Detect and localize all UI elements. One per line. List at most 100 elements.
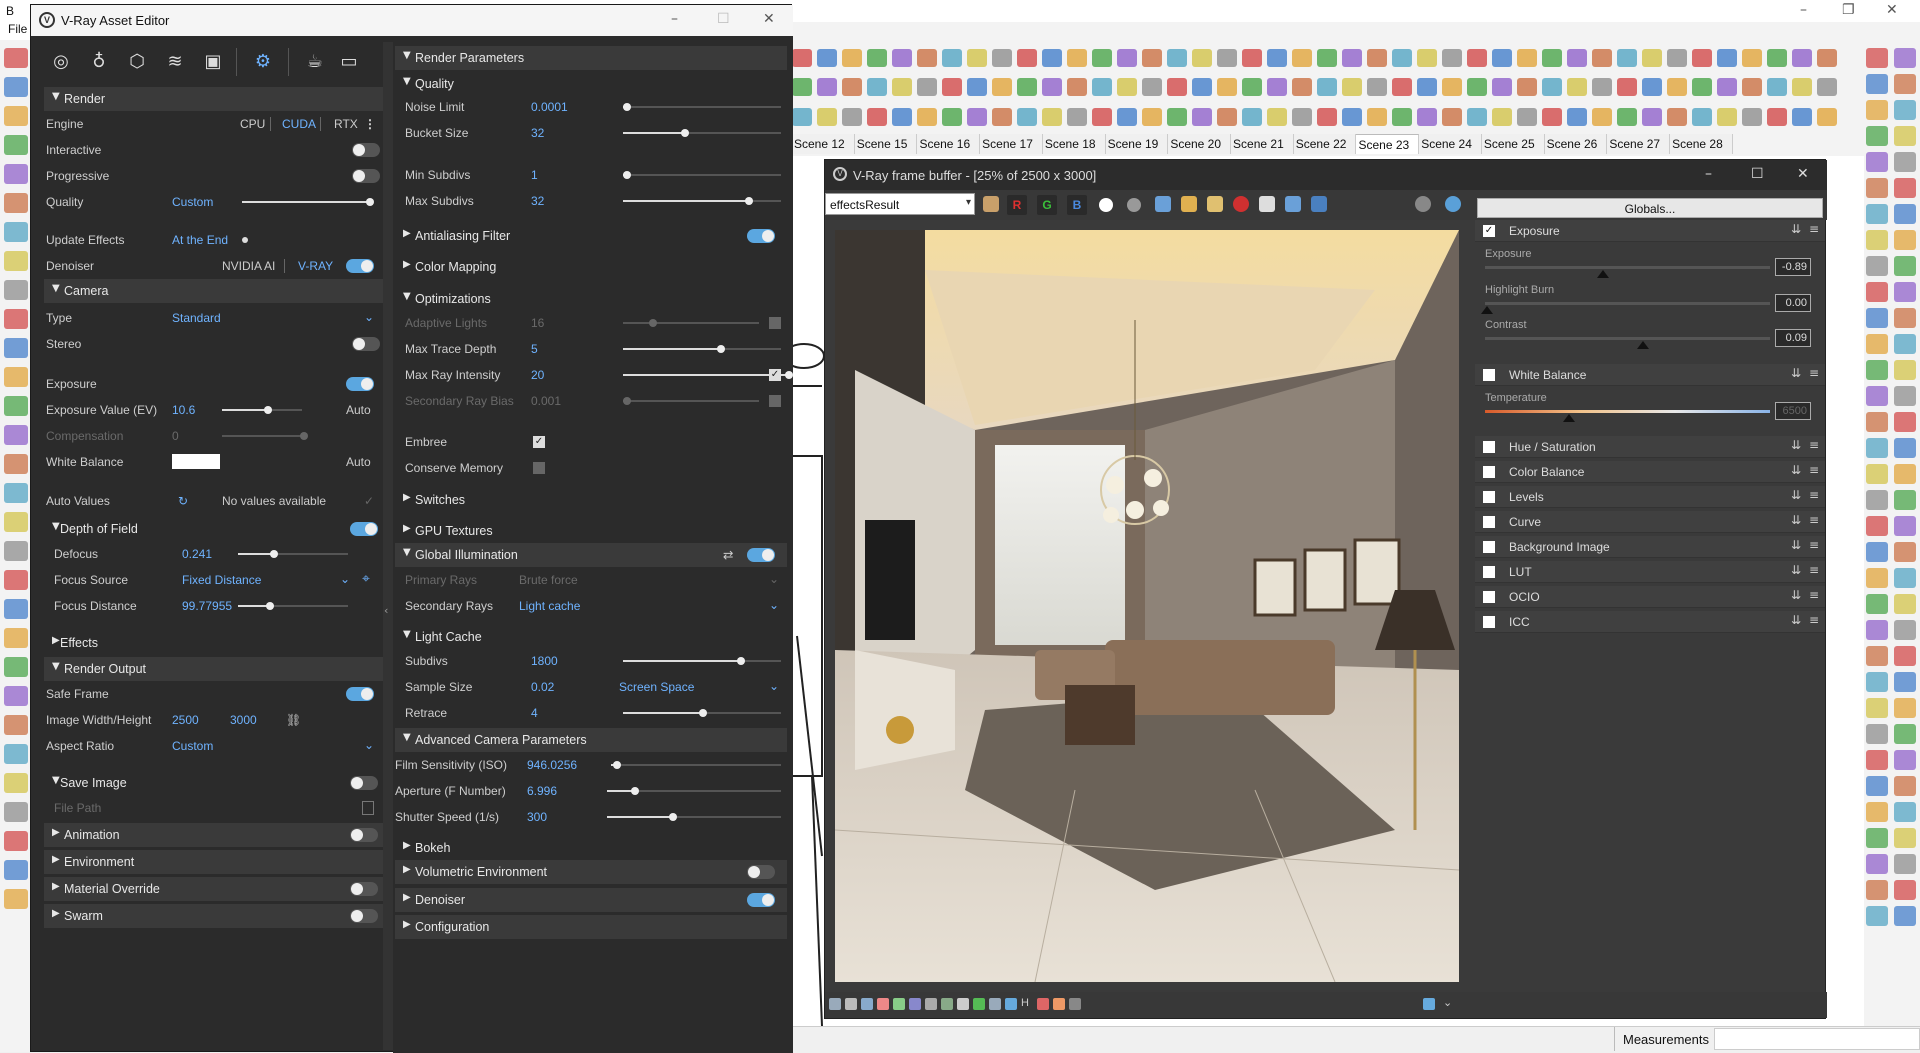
toolbar-tool-icon[interactable] xyxy=(1642,49,1662,67)
layer-menu-icon[interactable]: ≡ xyxy=(1809,463,1819,477)
correction-icon[interactable] xyxy=(983,196,999,212)
toolbar-tool-icon[interactable] xyxy=(892,108,912,126)
toolbar-tool-icon[interactable] xyxy=(1642,108,1662,126)
sample-size-chevron-icon[interactable]: ⌄ xyxy=(769,679,779,693)
toolbar-tool-icon[interactable] xyxy=(1267,108,1287,126)
toolbar-tool-icon[interactable] xyxy=(1042,108,1062,126)
toolbar-tool-icon[interactable] xyxy=(1417,78,1437,96)
shutter-slider[interactable] xyxy=(607,813,781,821)
right-tool-icon[interactable] xyxy=(1894,750,1916,770)
toolbar-tool-icon[interactable] xyxy=(1467,49,1487,67)
right-tool-icon[interactable] xyxy=(1894,412,1916,432)
focus-distance-value[interactable]: 99.77955 xyxy=(182,599,232,613)
expand-icon[interactable]: ⇊ xyxy=(1791,463,1801,477)
ev-slider[interactable] xyxy=(222,406,302,414)
right-tool-icon[interactable] xyxy=(1866,542,1888,562)
max-ray-intensity-value[interactable]: 20 xyxy=(531,368,544,382)
right-tool-icon[interactable] xyxy=(1894,646,1916,666)
denoiser-section-toggle[interactable] xyxy=(747,893,775,907)
right-tool-icon[interactable] xyxy=(1866,646,1888,666)
toolbar-tool-icon[interactable] xyxy=(917,108,937,126)
section-render-parameters[interactable]: ▼ Render Parameters xyxy=(395,46,787,70)
max-ray-intensity-check[interactable]: ✓ xyxy=(769,369,781,381)
camera-type-value[interactable]: Standard xyxy=(172,311,221,325)
layer-white-balance-check[interactable] xyxy=(1483,369,1495,381)
white-balance-swatch[interactable] xyxy=(172,454,220,469)
right-tool-icon[interactable] xyxy=(1866,698,1888,718)
white-dot-icon[interactable] xyxy=(1099,198,1113,212)
toolbar-tool-icon[interactable] xyxy=(942,78,962,96)
right-tool-icon[interactable] xyxy=(1894,230,1916,250)
param-contrast-track[interactable] xyxy=(1485,337,1770,340)
grid-icon[interactable] xyxy=(1005,998,1017,1010)
dof-toggle[interactable] xyxy=(350,522,378,536)
section-quality[interactable]: ▼ Quality xyxy=(395,72,787,96)
retrace-slider[interactable] xyxy=(623,709,781,717)
swarm-toggle[interactable] xyxy=(350,909,378,923)
right-tool-icon[interactable] xyxy=(1866,386,1888,406)
layer-menu-icon[interactable]: ≡ xyxy=(1809,588,1819,602)
toolbar-tool-icon[interactable] xyxy=(942,108,962,126)
toolbar-tool-icon[interactable] xyxy=(1342,108,1362,126)
aspect-chevron-icon[interactable]: ⌄ xyxy=(364,738,374,752)
panel-splitter[interactable]: ‹ xyxy=(383,42,393,1050)
toolbar-tool-icon[interactable] xyxy=(1492,108,1512,126)
scene-tab[interactable]: Scene 22 xyxy=(1294,134,1357,154)
toolbar-tool-icon[interactable] xyxy=(1017,108,1037,126)
param-temperature-track[interactable] xyxy=(1485,410,1770,413)
right-tool-icon[interactable] xyxy=(1894,620,1916,640)
scene-tab[interactable]: Scene 26 xyxy=(1545,134,1608,154)
ae-maximize-icon[interactable]: ☐ xyxy=(717,11,730,27)
layer-item[interactable]: Curve ⇊ ≡ xyxy=(1475,511,1825,533)
toolbar-tool-icon[interactable] xyxy=(1442,49,1462,67)
image-height-value[interactable]: 3000 xyxy=(230,713,257,727)
channel-g-button[interactable]: G xyxy=(1037,195,1057,215)
toolbar-tool-icon[interactable] xyxy=(1192,108,1212,126)
right-tool-icon[interactable] xyxy=(1894,204,1916,224)
toolbar-tool-icon[interactable] xyxy=(917,49,937,67)
max-subdivs-slider[interactable] xyxy=(623,197,781,205)
toolbar-tool-icon[interactable] xyxy=(1167,78,1187,96)
section-light-cache[interactable]: ▼ Light Cache xyxy=(395,625,787,649)
layer-menu-icon[interactable]: ≡ xyxy=(1809,222,1819,236)
toolbar-tool-icon[interactable] xyxy=(992,78,1012,96)
channel-r-button[interactable]: R xyxy=(1007,195,1027,215)
expand-icon[interactable]: ⇊ xyxy=(1791,513,1801,527)
toolbar-tool-icon[interactable] xyxy=(1642,78,1662,96)
right-tool-icon[interactable] xyxy=(1866,256,1888,276)
right-tool-icon[interactable] xyxy=(1894,698,1916,718)
toolbar-tool-icon[interactable] xyxy=(1742,108,1762,126)
stats-icon[interactable] xyxy=(893,998,905,1010)
sample-size-mode[interactable]: Screen Space xyxy=(619,680,694,694)
toolbar-tool-icon[interactable] xyxy=(1217,108,1237,126)
toolbar-tool-icon[interactable] xyxy=(1492,49,1512,67)
toolbar-tool-icon[interactable] xyxy=(1217,49,1237,67)
right-tool-icon[interactable] xyxy=(1894,100,1916,120)
focus-distance-slider[interactable] xyxy=(238,602,348,610)
toolbar-tool-icon[interactable] xyxy=(1392,49,1412,67)
section-gpu-textures[interactable]: ▶ GPU Textures xyxy=(395,519,787,543)
param-exposure-handle[interactable] xyxy=(1597,270,1609,278)
right-tool-icon[interactable] xyxy=(1866,204,1888,224)
layer-item[interactable]: Background Image ⇊ ≡ xyxy=(1475,536,1825,558)
toolbar-tool-icon[interactable] xyxy=(1042,49,1062,67)
toolbar-tool-icon[interactable] xyxy=(1292,78,1312,96)
settings-icon[interactable]: ⚙ xyxy=(251,50,275,74)
expand-icon[interactable]: ⇊ xyxy=(1791,438,1801,452)
ae-close-icon[interactable]: ✕ xyxy=(763,11,775,27)
expand-icon[interactable]: ⇊ xyxy=(1791,613,1801,627)
retrace-value[interactable]: 4 xyxy=(531,706,538,720)
max-trace-depth-value[interactable]: 5 xyxy=(531,342,538,356)
toolbar-tool-icon[interactable] xyxy=(1217,78,1237,96)
toolbar-tool-icon[interactable] xyxy=(817,49,837,67)
toolbar-tool-icon[interactable] xyxy=(1042,78,1062,96)
left-tool-icon[interactable] xyxy=(4,773,28,793)
render-icon[interactable] xyxy=(1285,196,1301,212)
denoiser-nvidia[interactable]: NVIDIA AI xyxy=(222,259,275,273)
toolbar-tool-icon[interactable] xyxy=(1092,78,1112,96)
tone-icon[interactable] xyxy=(925,998,937,1010)
vfb-maximize-icon[interactable]: ☐ xyxy=(1751,166,1764,182)
toolbar-tool-icon[interactable] xyxy=(1367,49,1387,67)
toolbar-tool-icon[interactable] xyxy=(1067,49,1087,67)
right-tool-icon[interactable] xyxy=(1866,126,1888,146)
